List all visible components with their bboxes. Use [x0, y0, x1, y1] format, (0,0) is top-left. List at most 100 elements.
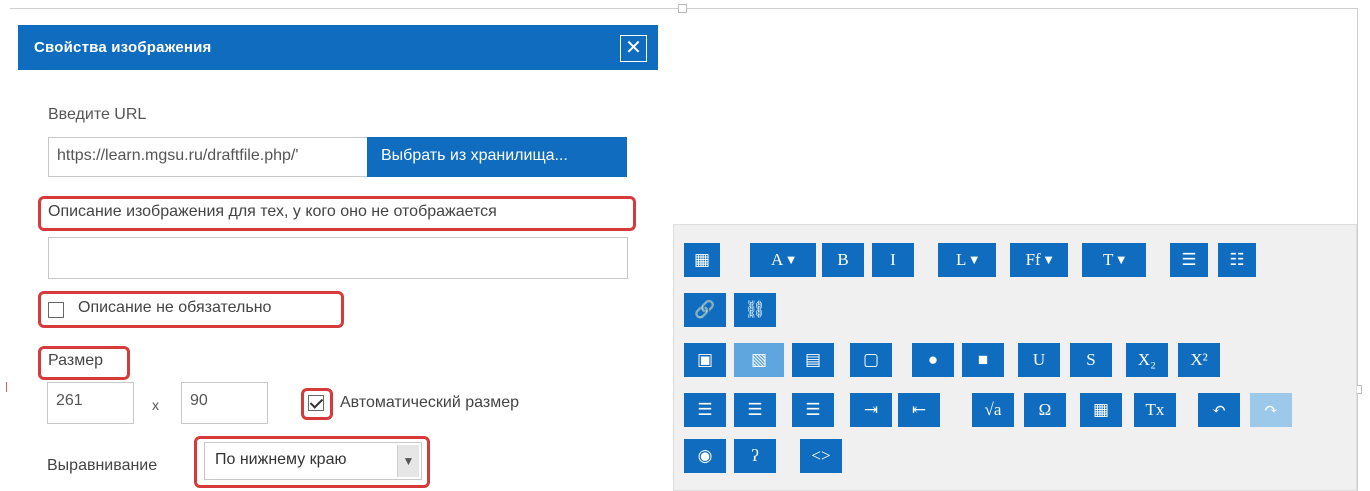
- toolbar-indent-button[interactable]: ⇥: [850, 393, 892, 427]
- url-label: Введите URL: [48, 106, 147, 123]
- caret-down-icon: ▼: [1044, 254, 1053, 266]
- auto-size-checkbox[interactable]: [308, 395, 324, 411]
- chevron-down-icon: ▼: [397, 445, 419, 477]
- caret-down-icon: ▼: [787, 254, 795, 266]
- align-right-icon: ☰: [805, 400, 821, 419]
- description-textarea[interactable]: [48, 237, 628, 279]
- alignment-value: По нижнему краю: [215, 451, 347, 468]
- unordered-list-icon: ☰: [1181, 250, 1197, 269]
- toolbar-undo-button[interactable]: ↶: [1198, 393, 1240, 427]
- height-input[interactable]: 90: [181, 382, 268, 424]
- toolbar-special-character-button[interactable]: Ω: [1024, 393, 1066, 427]
- emoticon-icon: ▣: [696, 350, 714, 369]
- microphone-icon: ●: [927, 350, 939, 369]
- media-icon: ▤: [804, 350, 822, 369]
- toolbar-outdent-button[interactable]: ⇤: [898, 393, 940, 427]
- link-icon: 🔗: [694, 300, 716, 319]
- toolbar-italic-button[interactable]: I: [872, 243, 914, 277]
- editor-frame-right: [1357, 8, 1358, 491]
- close-icon: ✕: [625, 37, 642, 59]
- eye-slash-icon: ◉: [697, 446, 713, 465]
- editor-toolbar: ▦ A ▼ B I L ▼ Ff ▼ T ▼ ☰ ☷ 🔗 ⛓ ▣ ▧ ▤ ▢ ● ■ U S X₂ X² ☰ ☰ ☰ ⇥ ⇤ √a Ω ▦ Tx ↶…: [673, 224, 1357, 491]
- collapse-icon: ▦: [693, 250, 711, 269]
- caret-down-icon: ▼: [970, 254, 979, 266]
- toolbar-link-button[interactable]: 🔗: [684, 293, 726, 327]
- size-label: Размер: [48, 352, 103, 369]
- resize-handle-top[interactable]: [678, 4, 687, 13]
- caret-down-icon: ▼: [1117, 254, 1126, 266]
- font-size-icon: T: [1102, 250, 1114, 269]
- size-separator: x: [152, 397, 159, 413]
- toolbar-media-button[interactable]: ▤: [792, 343, 834, 377]
- alignment-label: Выравнивание: [47, 457, 158, 474]
- equation-icon: √a: [984, 400, 1002, 419]
- table-icon: ▦: [1092, 400, 1110, 419]
- toolbar-clear-formatting-button[interactable]: Tx: [1134, 393, 1176, 427]
- toolbar-font-size-button[interactable]: T ▼: [1082, 243, 1146, 277]
- toolbar-html-button[interactable]: <>: [800, 439, 842, 473]
- toolbar-table-button[interactable]: ▦: [1080, 393, 1122, 427]
- url-input[interactable]: https://learn.mgsu.ru/draftfile.php/': [48, 137, 368, 177]
- toolbar-manage-files-button[interactable]: ▢: [850, 343, 892, 377]
- toolbar-accessibility-checker-button[interactable]: ◉: [684, 439, 726, 473]
- height-value: 90: [190, 392, 208, 409]
- toolbar-screen-reader-helper-button[interactable]: ʔ: [734, 439, 776, 473]
- toolbar-superscript-button[interactable]: X²: [1178, 343, 1220, 377]
- dialog-title: Свойства изображения: [34, 39, 212, 56]
- bold-icon: B: [837, 250, 849, 269]
- video-camera-icon: ■: [977, 350, 989, 369]
- align-center-icon: ☰: [747, 400, 763, 419]
- toolbar-font-family-button[interactable]: Ff ▼: [1010, 243, 1068, 277]
- underline-icon: U: [1032, 350, 1046, 369]
- toolbar-styles-button[interactable]: L ▼: [938, 243, 996, 277]
- clear-formatting-icon: Tx: [1145, 400, 1165, 419]
- ear-icon: ʔ: [751, 446, 759, 465]
- image-properties-dialog: Свойства изображения ✕ Введите URL https…: [18, 25, 658, 491]
- undo-icon: ↶: [1211, 400, 1227, 419]
- browse-repositories-button[interactable]: Выбрать из хранилища...: [367, 137, 627, 177]
- toolbar-image-button[interactable]: ▧: [734, 343, 784, 377]
- toolbar-record-video-button[interactable]: ■: [962, 343, 1004, 377]
- files-icon: ▢: [862, 350, 880, 369]
- strikethrough-icon: S: [1086, 350, 1096, 369]
- indent-icon: ⇥: [863, 400, 879, 419]
- toolbar-unordered-list-button[interactable]: ☰: [1170, 243, 1208, 277]
- no-description-label: Описание не обязательно: [78, 299, 272, 316]
- superscript-icon: X²: [1190, 350, 1208, 369]
- close-button[interactable]: ✕: [620, 35, 647, 62]
- toolbar-emoticon-button[interactable]: ▣: [684, 343, 726, 377]
- toolbar-record-audio-button[interactable]: ●: [912, 343, 954, 377]
- toolbar-align-right-button[interactable]: ☰: [792, 393, 834, 427]
- code-icon: <>: [811, 446, 831, 465]
- styles-icon: L: [955, 250, 967, 269]
- auto-size-label: Автоматический размер: [340, 394, 519, 411]
- toolbar-subscript-button[interactable]: X₂: [1126, 343, 1168, 377]
- redo-icon: ↷: [1263, 400, 1279, 419]
- editor-frame-left-tick: [6, 382, 7, 392]
- toolbar-strikethrough-button[interactable]: S: [1070, 343, 1112, 377]
- toolbar-align-left-button[interactable]: ☰: [684, 393, 726, 427]
- toolbar-bold-button[interactable]: B: [822, 243, 864, 277]
- dialog-header: Свойства изображения ✕: [18, 25, 658, 70]
- description-label: Описание изображения для тех, у кого оно…: [48, 203, 497, 220]
- toolbar-unlink-button[interactable]: ⛓: [734, 293, 776, 327]
- title-icon: A: [771, 250, 784, 269]
- width-input[interactable]: 261: [47, 382, 134, 424]
- alignment-select[interactable]: По нижнему краю ▼: [204, 442, 422, 480]
- url-input-value: https://learn.mgsu.ru/draftfile.php/': [57, 147, 299, 164]
- toolbar-equation-button[interactable]: √a: [972, 393, 1014, 427]
- toolbar-underline-button[interactable]: U: [1018, 343, 1060, 377]
- unlink-icon: ⛓: [744, 300, 766, 319]
- toolbar-title-button[interactable]: A ▼: [750, 243, 816, 277]
- no-description-checkbox[interactable]: [48, 302, 64, 318]
- outdent-icon: ⇤: [911, 400, 927, 419]
- toolbar-ordered-list-button[interactable]: ☷: [1218, 243, 1256, 277]
- toolbar-align-center-button[interactable]: ☰: [734, 393, 776, 427]
- subscript-icon: X₂: [1137, 350, 1157, 369]
- italic-icon: I: [890, 250, 896, 269]
- image-icon: ▧: [750, 350, 768, 369]
- toolbar-collapse-button[interactable]: ▦: [684, 243, 720, 277]
- toolbar-redo-button[interactable]: ↷: [1250, 393, 1292, 427]
- omega-icon: Ω: [1038, 400, 1052, 419]
- align-left-icon: ☰: [697, 400, 713, 419]
